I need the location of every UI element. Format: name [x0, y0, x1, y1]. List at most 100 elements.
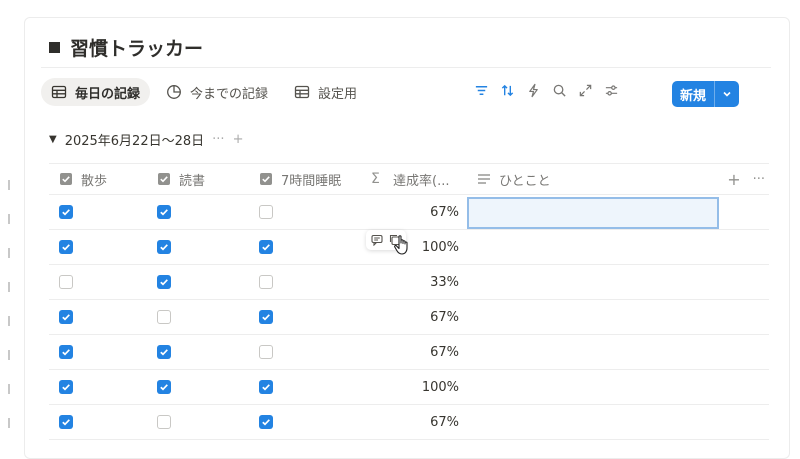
- sleep-checkbox[interactable]: [259, 205, 273, 219]
- column-header-reading[interactable]: 読書: [147, 164, 249, 194]
- sleep-cell: [249, 405, 361, 439]
- hand-cursor-icon: [394, 235, 408, 255]
- settings-sliders-icon[interactable]: [603, 82, 619, 98]
- achievement-rate-value: 67%: [430, 414, 459, 430]
- walk-checkbox[interactable]: [59, 205, 73, 219]
- row-handle-guides: [8, 180, 10, 440]
- column-header-comment[interactable]: ひとこと: [467, 164, 719, 194]
- reading-checkbox[interactable]: [157, 275, 171, 289]
- achievement-rate-value: 67%: [430, 344, 459, 360]
- comment-cell[interactable]: [467, 405, 719, 439]
- column-header-walk[interactable]: 散歩: [49, 164, 147, 194]
- sleep-cell: [249, 230, 361, 264]
- walk-checkbox[interactable]: [59, 415, 73, 429]
- checkbox-icon: [60, 173, 72, 185]
- comment-cell[interactable]: [467, 335, 719, 369]
- caret-down-icon[interactable]: ▼: [49, 134, 57, 145]
- reading-cell: [147, 195, 249, 229]
- sleep-checkbox[interactable]: [259, 345, 273, 359]
- reading-checkbox[interactable]: [157, 205, 171, 219]
- sleep-checkbox[interactable]: [259, 275, 273, 289]
- search-icon[interactable]: [551, 82, 567, 98]
- more-icon[interactable]: ···: [212, 132, 224, 147]
- column-header-sleep[interactable]: 7時間睡眠: [249, 164, 361, 194]
- walk-checkbox[interactable]: [59, 345, 73, 359]
- group-header: ▼ 2025年6月22日～28日 ··· +: [49, 132, 244, 149]
- walk-cell: [49, 335, 147, 369]
- achievement-rate-value: 67%: [430, 204, 459, 220]
- walk-cell: [49, 265, 147, 299]
- walk-checkbox[interactable]: [59, 310, 73, 324]
- reading-checkbox[interactable]: [157, 415, 171, 429]
- sleep-cell: [249, 300, 361, 334]
- new-button[interactable]: 新規: [671, 81, 739, 107]
- table-header: 散歩 読書 7時間睡眠 Σ 達成率(... ひとこと + ···: [49, 163, 769, 195]
- table-row: 33%: [49, 265, 769, 300]
- table-icon: [294, 85, 310, 99]
- sigma-icon: Σ: [371, 171, 380, 187]
- table-row: 67%: [49, 335, 769, 370]
- tab-all-records[interactable]: 今までの記録: [156, 78, 278, 106]
- comment-cell[interactable]: [467, 230, 719, 264]
- chevron-down-icon[interactable]: [714, 81, 739, 107]
- row-spacer: [719, 370, 769, 404]
- reading-cell: [147, 405, 249, 439]
- more-icon[interactable]: ···: [753, 172, 765, 187]
- add-column-icon[interactable]: +: [727, 170, 740, 189]
- achievement-rate-value: 67%: [430, 309, 459, 325]
- reading-cell: [147, 265, 249, 299]
- view-tabs: 毎日の記録 今までの記録 設定用: [41, 78, 367, 106]
- walk-cell: [49, 405, 147, 439]
- walk-checkbox[interactable]: [59, 380, 73, 394]
- comment-icon[interactable]: [370, 233, 384, 247]
- sleep-checkbox[interactable]: [259, 310, 273, 324]
- add-icon[interactable]: +: [233, 132, 244, 147]
- expand-icon[interactable]: [577, 82, 593, 98]
- reading-checkbox[interactable]: [157, 380, 171, 394]
- sleep-checkbox[interactable]: [259, 380, 273, 394]
- walk-checkbox[interactable]: [59, 240, 73, 254]
- text-lines-icon: [478, 174, 490, 184]
- row-spacer: [719, 230, 769, 264]
- table-row: 67%: [49, 195, 769, 230]
- row-spacer: [719, 335, 769, 369]
- lightning-icon[interactable]: [525, 82, 541, 98]
- checkbox-icon: [260, 173, 272, 185]
- table-body: 67% 100% 33% 67% 67% 100% 67%: [49, 195, 769, 440]
- table-icon: [51, 85, 67, 99]
- reading-cell: [147, 230, 249, 264]
- tab-daily-records[interactable]: 毎日の記録: [41, 78, 151, 106]
- comment-cell[interactable]: [467, 265, 719, 299]
- toolbar: [473, 82, 619, 98]
- comment-cell[interactable]: [467, 196, 719, 229]
- reading-checkbox[interactable]: [157, 240, 171, 254]
- page-title: 習慣トラッカー: [49, 34, 203, 61]
- row-spacer: [719, 300, 769, 334]
- reading-cell: [147, 335, 249, 369]
- column-header-achievement-rate[interactable]: Σ 達成率(...: [361, 164, 467, 194]
- comment-cell[interactable]: [467, 300, 719, 334]
- row-spacer: [719, 405, 769, 439]
- sleep-checkbox[interactable]: [259, 240, 273, 254]
- sleep-checkbox[interactable]: [259, 415, 273, 429]
- walk-cell: [49, 230, 147, 264]
- sleep-cell: [249, 195, 361, 229]
- achievement-rate-value: 33%: [430, 274, 459, 290]
- reading-checkbox[interactable]: [157, 310, 171, 324]
- walk-cell: [49, 370, 147, 404]
- comment-cell[interactable]: [467, 370, 719, 404]
- divider: [41, 67, 771, 68]
- square-icon: [49, 42, 60, 53]
- tab-settings[interactable]: 設定用: [284, 78, 367, 106]
- walk-cell: [49, 195, 147, 229]
- sort-icon[interactable]: [499, 82, 515, 98]
- achievement-rate-value: 100%: [421, 379, 459, 395]
- table-row: 100%: [49, 370, 769, 405]
- row-spacer: [719, 195, 769, 229]
- walk-checkbox[interactable]: [59, 275, 73, 289]
- pie-chart-icon: [167, 85, 181, 99]
- walk-cell: [49, 300, 147, 334]
- reading-checkbox[interactable]: [157, 345, 171, 359]
- filter-icon[interactable]: [473, 82, 489, 98]
- checkbox-icon: [158, 173, 170, 185]
